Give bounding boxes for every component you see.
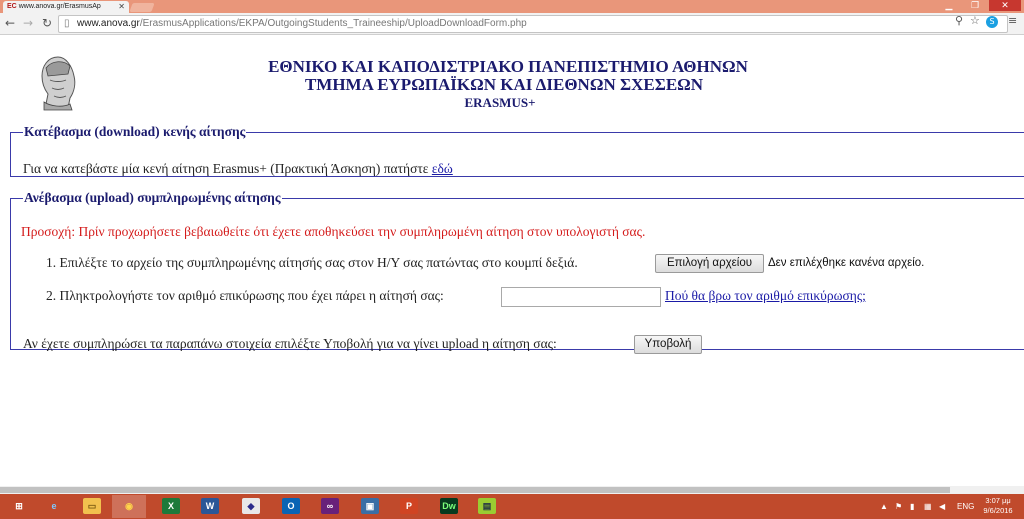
word-icon[interactable]: W xyxy=(193,495,227,518)
start-icon[interactable]: ⊞ xyxy=(2,495,36,518)
windows-taskbar: ⊞ e ▭ ◉ X W ◆ O ∞ ▣ P Dw ▤ ▲ ⚑ ▮ ▦ ◀ ENG… xyxy=(0,494,1024,519)
url-host: www.anova.gr xyxy=(77,18,140,29)
browser-title-bar: EC www.anova.gr/ErasmusAp ✕ ▁ ❐ ✕ xyxy=(0,0,1024,13)
new-tab-button[interactable] xyxy=(129,3,155,12)
upload-legend: Ανέβασμα (upload) συμπληρωμένης αίτησης xyxy=(24,190,281,205)
tray-battery-icon[interactable]: ▮ xyxy=(910,494,914,519)
choose-file-button[interactable]: Επιλογή αρχείου xyxy=(655,254,764,273)
scrollbar-thumb[interactable] xyxy=(0,487,950,493)
back-arrow-icon[interactable]: ← xyxy=(5,16,15,30)
validation-code-input[interactable] xyxy=(501,287,661,307)
upload-section: Ανέβασμα (upload) συμπληρωμένης αίτησης … xyxy=(10,190,1024,354)
app-diamond-icon[interactable]: ◆ xyxy=(234,495,268,518)
url-path: /ErasmusApplications/EKPA/OutgoingStuden… xyxy=(139,18,527,29)
visual-studio-icon[interactable]: ∞ xyxy=(313,495,347,518)
powerpoint-icon[interactable]: P xyxy=(392,495,426,518)
step2-text: 2. Πληκτρολογήστε τον αριθμό επικύρωσης … xyxy=(46,288,444,303)
upload-warning: Προσοχή: Πρίν προχωρήσετε βεβαιωθείτε ότ… xyxy=(21,224,646,239)
clock-time: 3:07 μμ xyxy=(985,496,1011,505)
download-here-link[interactable]: εδώ xyxy=(432,161,453,176)
download-instruction: Για να κατεβάστε μία κενή αίτηση Erasmus… xyxy=(23,161,453,177)
tray-network-icon[interactable]: ▦ xyxy=(924,494,932,519)
outlook-icon[interactable]: O xyxy=(274,495,308,518)
address-bar[interactable]: ▯ www.anova.gr/ErasmusApplications/EKPA/… xyxy=(58,15,1008,33)
excel-icon[interactable]: X xyxy=(154,495,188,518)
step1-text: 1. Επιλέξτε το αρχείο της συμπληρωμένης … xyxy=(46,255,578,270)
tray-volume-icon[interactable]: ◀ xyxy=(939,494,945,519)
tray-up-arrow-icon[interactable]: ▲ xyxy=(880,494,888,519)
remote-desktop-icon[interactable]: ▣ xyxy=(353,495,387,518)
submit-button[interactable]: Υποβολή xyxy=(634,335,702,354)
taskbar-clock[interactable]: 3:07 μμ 9/6/2016 xyxy=(978,496,1018,516)
forward-arrow-icon[interactable]: → xyxy=(23,16,33,30)
close-window-button[interactable]: ✕ xyxy=(989,0,1021,11)
dreamweaver-icon[interactable]: Dw xyxy=(432,495,466,518)
tab-close-icon[interactable]: ✕ xyxy=(118,1,125,13)
no-file-chosen-label: Δεν επιλέχθηκε κανένα αρχείο. xyxy=(768,257,925,269)
tray-flag-icon[interactable]: ⚑ xyxy=(895,494,902,519)
menu-icon[interactable]: ≡ xyxy=(1008,14,1017,27)
reload-icon[interactable]: ↻ xyxy=(42,16,52,30)
maximize-button[interactable]: ❐ xyxy=(963,0,987,11)
notepad-icon[interactable]: ▤ xyxy=(470,495,504,518)
internet-explorer-icon[interactable]: e xyxy=(37,495,71,518)
file-explorer-icon[interactable]: ▭ xyxy=(75,495,109,518)
tab-title: www.anova.gr/ErasmusAp xyxy=(18,3,101,10)
clock-date: 9/6/2016 xyxy=(983,506,1013,515)
page-icon: ▯ xyxy=(64,18,70,29)
chrome-icon[interactable]: ◉ xyxy=(112,495,146,518)
header-department-name: ΤΜΗΜΑ ΕΥΡΩΠΑΪΚΩΝ ΚΑΙ ΔΙΕΘΝΩΝ ΣΧΕΣΕΩΝ xyxy=(304,75,704,94)
header-university-name: ΕΘΝΙΚΟ ΚΑΙ ΚΑΠΟΔΙΣΤΡΙΑΚΟ ΠΑΝΕΠΙΣΤΗΜΙΟ ΑΘ… xyxy=(268,57,748,76)
browser-toolbar: ← → ↻ ▯ www.anova.gr/ErasmusApplications… xyxy=(0,13,1024,35)
horizontal-scrollbar[interactable] xyxy=(0,486,1024,494)
submit-instruction: Αν έχετε συμπληρώσει τα παραπάνω στοιχεί… xyxy=(23,336,557,351)
star-icon[interactable]: ☆ xyxy=(970,14,980,27)
minimize-button[interactable]: ▁ xyxy=(937,0,961,11)
download-legend: Κατέβασμα (download) κενής αίτησης xyxy=(24,124,246,139)
language-indicator[interactable]: ENG xyxy=(957,494,974,519)
download-text: Για να κατεβάστε μία κενή αίτηση Erasmus… xyxy=(23,161,429,176)
browser-tab[interactable]: EC www.anova.gr/ErasmusAp ✕ xyxy=(3,1,129,13)
skype-icon[interactable]: S xyxy=(986,16,998,28)
download-section: Κατέβασμα (download) κενής αίτησης Για ν… xyxy=(10,124,1024,177)
zoom-icon[interactable]: ⚲ xyxy=(955,14,963,27)
find-validation-code-link[interactable]: Πού θα βρω τον αριθμό επικύρωσης; xyxy=(665,288,866,304)
tab-favicon-icon: EC xyxy=(7,3,17,10)
header-program-name: ERASMUS+ xyxy=(464,95,536,110)
